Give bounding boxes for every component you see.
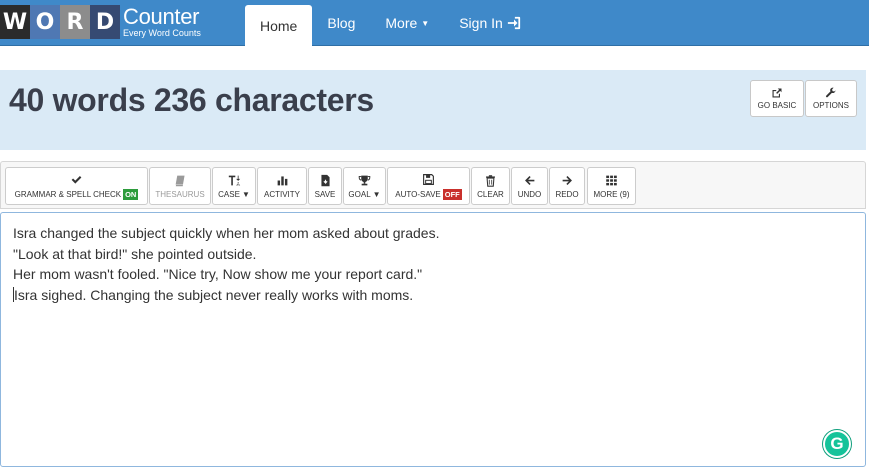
grammarly-icon[interactable]: G bbox=[823, 430, 851, 458]
book-icon bbox=[175, 175, 185, 186]
logo-tile: O bbox=[30, 5, 60, 39]
options-button[interactable]: OPTIONS bbox=[805, 80, 857, 117]
logo-tile: R bbox=[60, 5, 90, 39]
floppy-icon bbox=[423, 173, 434, 185]
grammar-label: GRAMMAR & SPELL CHECK bbox=[14, 189, 122, 199]
more-tools-button[interactable]: MORE (9) bbox=[587, 167, 636, 205]
caret-down-icon: ▼ bbox=[421, 18, 430, 28]
clear-label: CLEAR bbox=[477, 189, 504, 199]
clear-button[interactable]: CLEAR bbox=[471, 167, 510, 205]
logo-tile: D bbox=[90, 5, 120, 39]
grammar-spell-check-button[interactable]: GRAMMAR & SPELL CHECK ON bbox=[5, 167, 148, 205]
caret-down-icon: ▼ bbox=[241, 189, 250, 199]
nav-home-label: Home bbox=[260, 18, 298, 34]
nav-signin-label: Sign In bbox=[459, 15, 503, 31]
logo-tile: W bbox=[0, 5, 30, 39]
go-basic-button[interactable]: GO BASIC bbox=[750, 80, 804, 117]
nav-links: Home Blog More ▼ Sign In bbox=[245, 0, 536, 47]
undo-label: UNDO bbox=[517, 189, 542, 199]
wrench-icon bbox=[825, 87, 836, 98]
thesaurus-button[interactable]: THESAURUS bbox=[149, 167, 211, 205]
logo-tiles: W O R D bbox=[0, 5, 120, 39]
trash-icon bbox=[486, 174, 495, 187]
save-label: SAVE bbox=[314, 189, 336, 199]
external-link-icon bbox=[772, 88, 782, 98]
site-logo[interactable]: W O R D Counter Every Word Counts bbox=[0, 5, 201, 39]
case-label: CASE bbox=[218, 189, 240, 199]
redo-button[interactable]: REDO bbox=[549, 167, 585, 205]
options-label: OPTIONS bbox=[812, 101, 849, 110]
auto-save-label: AUTO-SAVE bbox=[395, 189, 441, 199]
goal-label: GOAL bbox=[348, 189, 371, 199]
word-character-count: 40 words 236 characters bbox=[9, 82, 374, 118]
caret-down-icon: ▼ bbox=[372, 189, 381, 199]
logo-name: Counter bbox=[123, 4, 200, 29]
undo-button[interactable]: UNDO bbox=[511, 167, 548, 205]
grammar-status-badge: ON bbox=[123, 188, 139, 200]
editor-toolbar: GRAMMAR & SPELL CHECK ON THESAURUS CASE … bbox=[0, 161, 866, 209]
logo-text: Counter Every Word Counts bbox=[123, 6, 201, 38]
logo-tagline: Every Word Counts bbox=[123, 28, 201, 38]
activity-button[interactable]: ACTIVITY bbox=[257, 167, 307, 205]
editor-line: Her mom wasn't fooled. "Nice try, Now sh… bbox=[13, 266, 423, 282]
trophy-icon bbox=[358, 175, 371, 185]
go-basic-label: GO BASIC bbox=[757, 101, 797, 110]
nav-blog-label: Blog bbox=[327, 15, 356, 31]
auto-save-toggle[interactable]: AUTO-SAVE OFF bbox=[387, 167, 470, 205]
check-icon bbox=[71, 175, 82, 184]
nav-sign-in[interactable]: Sign In bbox=[444, 0, 536, 46]
stats-header: 40 words 236 characters GO BASIC OPTIONS bbox=[0, 70, 866, 150]
nav-home[interactable]: Home bbox=[245, 5, 313, 47]
editor-line: Isra changed the subject quickly when he… bbox=[13, 225, 440, 241]
editor-line: "Look at that bird!" she pointed outside… bbox=[13, 245, 257, 262]
editor-line: Isra sighed. Changing the subject never … bbox=[14, 286, 414, 303]
goal-dropdown-button[interactable]: GOAL ▼ bbox=[343, 167, 386, 205]
more-tools-label: MORE (9) bbox=[593, 189, 630, 199]
navbar: W O R D Counter Every Word Counts Home B… bbox=[0, 0, 869, 47]
arrow-right-icon bbox=[562, 175, 572, 185]
nav-more-label: More bbox=[385, 15, 418, 31]
sign-in-icon bbox=[507, 16, 520, 30]
save-file-icon bbox=[320, 174, 330, 186]
activity-label: ACTIVITY bbox=[263, 189, 300, 199]
nav-blog[interactable]: Blog bbox=[312, 0, 370, 46]
auto-save-status-badge: OFF bbox=[442, 188, 462, 200]
nav-more-dropdown[interactable]: More ▼ bbox=[370, 0, 444, 46]
arrow-left-icon bbox=[525, 175, 535, 185]
grid-icon bbox=[606, 175, 617, 185]
text-editor[interactable]: Isra changed the subject quickly when he… bbox=[0, 212, 866, 467]
save-button[interactable]: SAVE bbox=[308, 167, 342, 205]
editor-line-with-cursor: Isra sighed. Changing the subject never … bbox=[13, 285, 853, 306]
redo-label: REDO bbox=[555, 189, 579, 199]
thesaurus-label: THESAURUS bbox=[155, 189, 205, 199]
text-case-icon bbox=[228, 175, 240, 185]
bar-chart-icon bbox=[277, 175, 287, 185]
case-dropdown-button[interactable]: CASE ▼ bbox=[212, 167, 256, 205]
